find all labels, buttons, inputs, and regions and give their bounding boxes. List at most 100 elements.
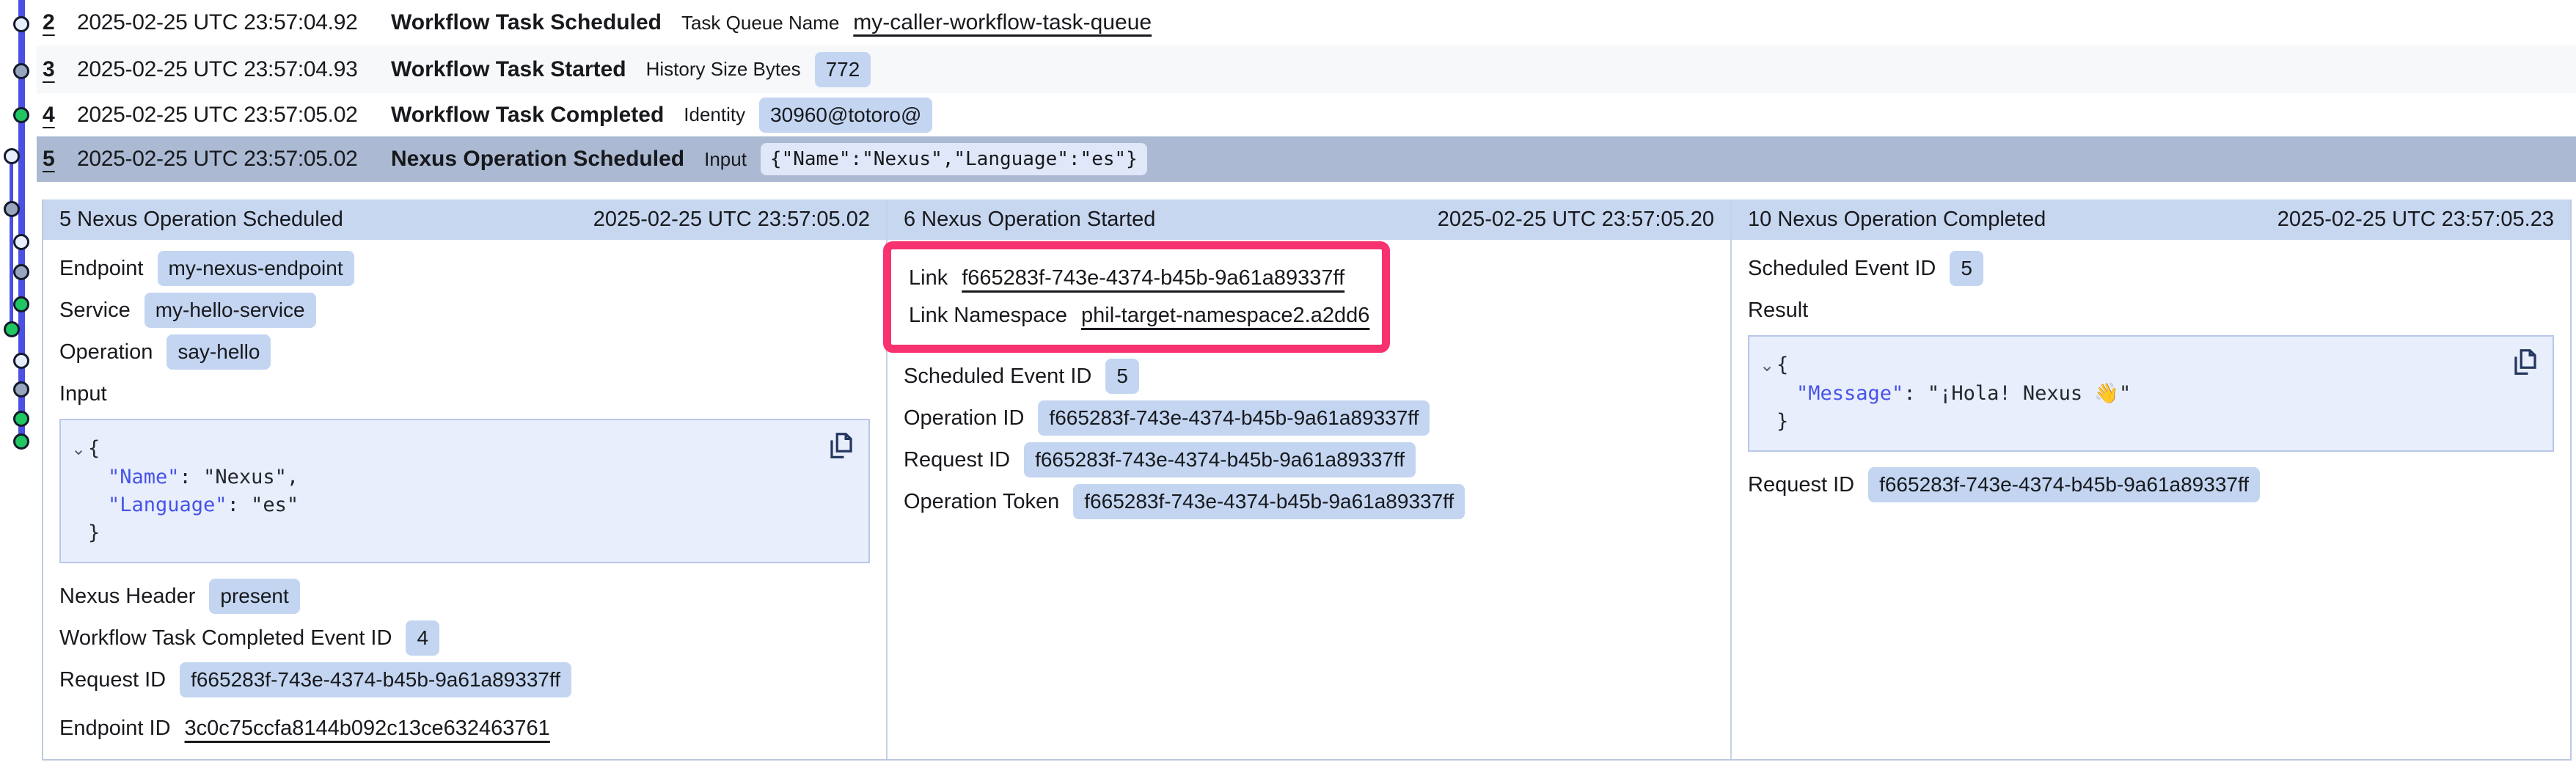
- panel-header: 6 Nexus Operation Started 2025-02-25 UTC…: [888, 199, 1730, 240]
- event-status-dot: [4, 321, 20, 337]
- request-id-badge: f665283f-743e-4374-b45b-9a61a89337ff: [1024, 442, 1416, 477]
- field-label: Scheduled Event ID: [1748, 257, 1936, 281]
- event-row-2[interactable]: 2 2025-02-25 UTC 23:57:04.92 Workflow Ta…: [37, 0, 2576, 45]
- service-badge: my-hello-service: [144, 293, 316, 328]
- panel-timestamp: 2025-02-25 UTC 23:57:05.02: [593, 208, 870, 232]
- operation-badge: say-hello: [167, 334, 271, 370]
- event-attr-badge: 30960@totoro@: [759, 98, 932, 133]
- wtc-event-id-badge: 4: [406, 620, 439, 656]
- field-label: Request ID: [904, 448, 1010, 472]
- field-link-namespace: Link Namespace phil-target-namespace2.a2…: [909, 298, 1369, 332]
- field-operation-token: Operation Token f665283f-743e-4374-b45b-…: [904, 485, 1714, 519]
- field-scheduled-event-id: Scheduled Event ID 5: [1748, 252, 2554, 285]
- field-label: Link: [909, 266, 948, 290]
- event-timestamp: 2025-02-25 UTC 23:57:05.02: [77, 147, 391, 172]
- field-operation-id: Operation ID f665283f-743e-4374-b45b-9a6…: [904, 401, 1714, 435]
- panel-body: Link f665283f-743e-4374-b45b-9a61a89337f…: [888, 240, 1730, 759]
- nexus-header-badge: present: [209, 579, 299, 614]
- event-attr-label: Task Queue Name: [681, 12, 839, 34]
- field-link: Link f665283f-743e-4374-b45b-9a61a89337f…: [909, 262, 1369, 296]
- link-namespace-link[interactable]: phil-target-namespace2.a2dd6: [1081, 304, 1369, 328]
- event-name: Workflow Task Completed: [391, 103, 664, 128]
- scheduled-event-id-badge: 5: [1950, 251, 1983, 286]
- event-attr-label: Identity: [684, 103, 745, 126]
- event-row-4[interactable]: 4 2025-02-25 UTC 23:57:05.02 Workflow Ta…: [37, 93, 2576, 136]
- event-status-dot: [13, 381, 29, 398]
- copy-button[interactable]: [2509, 345, 2542, 379]
- event-status-dot: [4, 148, 20, 164]
- event-status-dot: [13, 433, 29, 450]
- panel-title: 10 Nexus Operation Completed: [1748, 208, 2046, 232]
- json-close-line: }: [71, 519, 854, 547]
- field-label: Workflow Task Completed Event ID: [59, 626, 392, 651]
- field-service: Service my-hello-service: [59, 293, 870, 327]
- field-label: Result: [1748, 298, 1808, 323]
- field-label: Request ID: [1748, 473, 1854, 497]
- event-row-3[interactable]: 3 2025-02-25 UTC 23:57:04.93 Workflow Ta…: [37, 45, 2576, 93]
- event-timestamp: 2025-02-25 UTC 23:57:04.92: [77, 10, 391, 35]
- event-status-dot: [13, 16, 29, 32]
- endpoint-id-link[interactable]: 3c0c75ccfa8144b092c13ce632463761: [185, 717, 550, 741]
- panel-timestamp: 2025-02-25 UTC 23:57:05.23: [2277, 208, 2554, 232]
- field-label: Endpoint: [59, 257, 144, 281]
- event-name: Workflow Task Started: [391, 57, 626, 82]
- event-status-dot: [13, 63, 29, 79]
- result-json-viewer: ⌄{ "Message": "¡Hola! Nexus 👋" }: [1748, 335, 2554, 452]
- panel-timestamp: 2025-02-25 UTC 23:57:05.20: [1438, 208, 1714, 232]
- event-id-link[interactable]: 4: [43, 103, 77, 128]
- field-request-id: Request ID f665283f-743e-4374-b45b-9a61a…: [904, 443, 1714, 477]
- event-status-dot: [13, 107, 29, 123]
- field-label: Request ID: [59, 668, 166, 692]
- collapse-chevron-icon[interactable]: ⌄: [71, 436, 88, 464]
- event-input-badge: {"Name":"Nexus","Language":"es"}: [761, 143, 1147, 175]
- json-open-line: ⌄{: [71, 435, 854, 464]
- json-entry: "Name": "Nexus",: [71, 464, 854, 491]
- field-scheduled-event-id: Scheduled Event ID 5: [904, 359, 1714, 393]
- event-id-link[interactable]: 2: [43, 10, 77, 35]
- link-event-link[interactable]: f665283f-743e-4374-b45b-9a61a89337ff: [962, 266, 1344, 290]
- event-timestamp: 2025-02-25 UTC 23:57:04.93: [77, 57, 391, 82]
- event-attr-label: Input: [704, 148, 747, 171]
- event-name: Nexus Operation Scheduled: [391, 147, 684, 172]
- event-detail-panels: 5 Nexus Operation Scheduled 2025-02-25 U…: [42, 199, 2572, 761]
- event-status-dot: [13, 264, 29, 280]
- event-id-link[interactable]: 3: [43, 57, 77, 82]
- json-open-line: ⌄{: [1760, 351, 2538, 380]
- field-wtc-event-id: Workflow Task Completed Event ID 4: [59, 621, 870, 655]
- field-label: Endpoint ID: [59, 717, 171, 741]
- field-label: Operation ID: [904, 406, 1024, 431]
- input-json-viewer: ⌄{ "Name": "Nexus", "Language": "es" }: [59, 419, 870, 563]
- event-id-link[interactable]: 5: [43, 147, 77, 172]
- field-label: Operation Token: [904, 490, 1059, 514]
- panel-header: 5 Nexus Operation Scheduled 2025-02-25 U…: [43, 199, 886, 240]
- event-attr-badge: 772: [815, 52, 871, 87]
- field-operation: Operation say-hello: [59, 335, 870, 369]
- field-label: Link Namespace: [909, 304, 1067, 328]
- request-id-badge: f665283f-743e-4374-b45b-9a61a89337ff: [180, 662, 571, 697]
- event-status-dot: [13, 234, 29, 250]
- field-label: Scheduled Event ID: [904, 364, 1091, 389]
- task-queue-link[interactable]: my-caller-workflow-task-queue: [853, 10, 1152, 35]
- scheduled-event-id-badge: 5: [1105, 359, 1139, 394]
- field-label: Nexus Header: [59, 585, 195, 609]
- collapse-chevron-icon[interactable]: ⌄: [1760, 352, 1777, 380]
- panel-nexus-operation-completed: 10 Nexus Operation Completed 2025-02-25 …: [1732, 199, 2570, 759]
- event-row-5-selected[interactable]: 5 2025-02-25 UTC 23:57:05.02 Nexus Opera…: [37, 136, 2576, 182]
- panel-title: 5 Nexus Operation Scheduled: [59, 208, 343, 232]
- operation-token-badge: f665283f-743e-4374-b45b-9a61a89337ff: [1073, 484, 1465, 519]
- endpoint-badge: my-nexus-endpoint: [158, 251, 354, 286]
- event-status-dot: [4, 201, 20, 217]
- copy-icon: [2509, 345, 2542, 379]
- panel-nexus-operation-scheduled: 5 Nexus Operation Scheduled 2025-02-25 U…: [43, 199, 888, 759]
- panel-body: Scheduled Event ID 5 Result ⌄{ "Message"…: [1732, 240, 2570, 759]
- json-close-line: }: [1760, 408, 2538, 436]
- panel-body: Endpoint my-nexus-endpoint Service my-he…: [43, 240, 886, 765]
- copy-button[interactable]: [824, 429, 858, 463]
- field-label: Operation: [59, 340, 153, 364]
- request-id-badge: f665283f-743e-4374-b45b-9a61a89337ff: [1868, 467, 2260, 502]
- field-input: Input: [59, 377, 870, 411]
- field-request-id: Request ID f665283f-743e-4374-b45b-9a61a…: [1748, 468, 2554, 502]
- field-endpoint-id: Endpoint ID 3c0c75ccfa8144b092c13ce63246…: [59, 711, 870, 745]
- operation-id-badge: f665283f-743e-4374-b45b-9a61a89337ff: [1038, 400, 1430, 436]
- event-attr-label: History Size Bytes: [646, 58, 801, 81]
